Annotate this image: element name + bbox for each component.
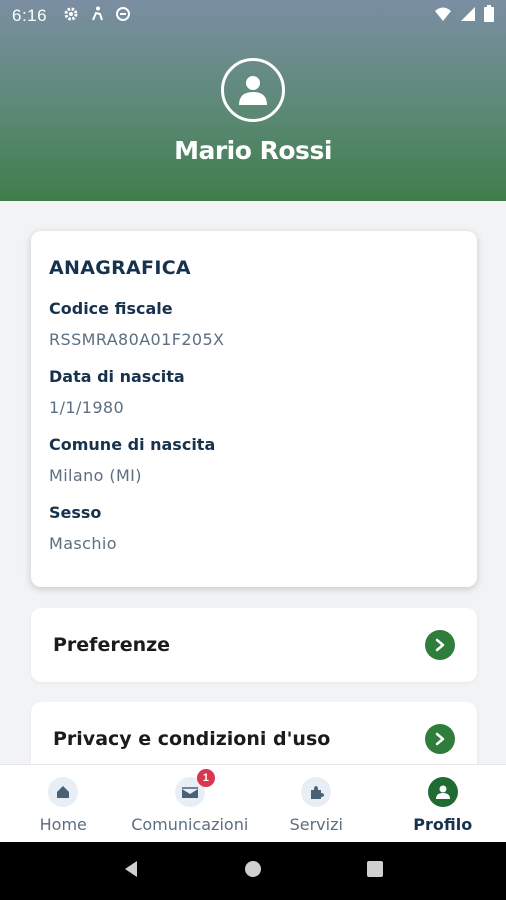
field-label: Codice fiscale xyxy=(49,299,173,318)
field-value: 1/1/1980 xyxy=(49,398,125,417)
recents-icon[interactable] xyxy=(365,859,385,884)
signal-icon xyxy=(460,6,476,27)
card-title: ANAGRAFICA xyxy=(49,257,191,279)
field-data-nascita: Data di nascita 1/1/1980 xyxy=(49,367,459,417)
nav-label: Servizi xyxy=(289,815,343,834)
home-circle-icon[interactable] xyxy=(243,859,263,884)
field-label: Data di nascita xyxy=(49,367,185,386)
chevron-right-icon xyxy=(425,724,455,754)
field-label: Comune di nascita xyxy=(49,435,216,454)
battery-icon xyxy=(484,5,494,27)
field-label: Sesso xyxy=(49,503,102,522)
profile-header: 6:16 Mario Rossi xyxy=(0,0,506,201)
field-sesso: Sesso Maschio xyxy=(49,503,459,553)
field-value: Maschio xyxy=(49,534,117,553)
user-name: Mario Rossi xyxy=(174,136,332,165)
anagrafica-card: ANAGRAFICA Codice fiscale RSSMRA80A01F20… xyxy=(31,231,477,587)
gear-icon xyxy=(63,6,79,27)
back-icon[interactable] xyxy=(121,859,141,884)
field-comune-nascita: Comune di nascita Milano (MI) xyxy=(49,435,459,485)
status-time: 6:16 xyxy=(12,6,48,25)
field-value: Milano (MI) xyxy=(49,466,142,485)
user-icon xyxy=(239,76,267,105)
nav-item-profilo[interactable]: Profilo xyxy=(380,765,506,842)
nav-item-servizi[interactable]: Servizi xyxy=(253,765,380,842)
notification-badge: 1 xyxy=(196,769,215,787)
nav-item-home[interactable]: Home xyxy=(0,765,127,842)
wifi-icon xyxy=(434,6,452,27)
chevron-right-icon xyxy=(425,630,455,660)
user-icon xyxy=(427,777,458,807)
field-codice-fiscale: Codice fiscale RSSMRA80A01F205X xyxy=(49,299,459,349)
nav-label: Comunicazioni xyxy=(131,815,249,834)
status-bar: 6:16 xyxy=(0,0,506,32)
android-navigation-bar xyxy=(0,842,506,900)
sync-icon xyxy=(115,6,131,27)
bottom-navigation: Home 1 Comunicazioni Servizi Profilo xyxy=(0,764,506,842)
preferenze-row[interactable]: Preferenze xyxy=(31,608,477,682)
nav-label: Profilo xyxy=(413,815,473,834)
accessibility-icon xyxy=(89,6,105,27)
home-icon xyxy=(48,777,79,807)
privacy-label: Privacy e condizioni d'uso xyxy=(53,728,331,750)
field-value: RSSMRA80A01F205X xyxy=(49,330,225,349)
nav-label: Home xyxy=(39,815,87,834)
avatar xyxy=(221,58,285,122)
mail-icon: 1 xyxy=(174,769,215,807)
preferenze-label: Preferenze xyxy=(53,634,171,656)
puzzle-icon xyxy=(301,777,332,807)
nav-item-comunicazioni[interactable]: 1 Comunicazioni xyxy=(127,765,254,842)
